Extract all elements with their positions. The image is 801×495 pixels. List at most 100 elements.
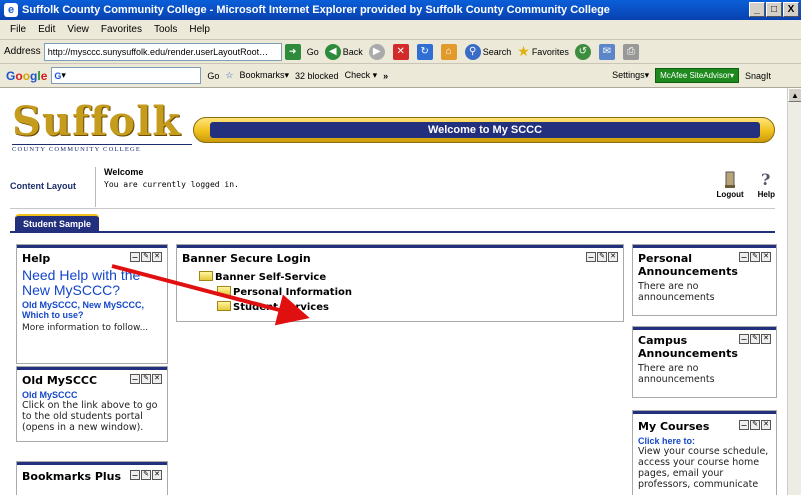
header-icons: Logout ? Help <box>717 170 775 199</box>
svg-text:?: ? <box>761 170 770 189</box>
old-mysccc-link[interactable]: Old MySCCC <box>22 390 162 400</box>
portlet-minimize-icon[interactable]: ⚊ <box>586 252 596 262</box>
go-arrow-icon[interactable]: ➜ <box>284 43 301 60</box>
google-toolbar: Google G ▾ Go ☆ Bookmarks▾ 32 blocked Che… <box>0 64 801 88</box>
menu-edit[interactable]: Edit <box>38 24 55 35</box>
tree-root-banner-self-service[interactable]: Banner Self-Service <box>199 271 618 283</box>
my-courses-portlet: My Courses ⚊ ✎ ✕ Click here to: View your … <box>632 410 777 495</box>
portlet-minimize-icon[interactable]: ⚊ <box>130 374 140 384</box>
portlet-close-icon[interactable]: ✕ <box>152 374 162 384</box>
bookmarks-title: Bookmarks Plus <box>22 470 122 483</box>
minimize-button[interactable]: _ <box>749 2 765 17</box>
portlet-edit-icon[interactable]: ✎ <box>750 334 760 344</box>
personal-announcements-portlet: Personal Announcements ⚊ ✎ ✕ There are no … <box>632 244 777 316</box>
settings-button[interactable]: Settings▾ <box>612 70 649 81</box>
portlet-edit-icon[interactable]: ✎ <box>141 470 151 480</box>
help-button[interactable]: ? Help <box>758 170 775 199</box>
address-url: http://mysccc.sunysuffolk.edu/render.use… <box>47 46 269 57</box>
spellcheck-button[interactable]: Check ▾ <box>345 70 378 81</box>
page-content: Suffolk COUNTY COMMUNITY COLLEGE Welcome… <box>0 88 787 495</box>
window-controls: _ □ X <box>749 2 799 17</box>
tree-item-label: Personal Information <box>233 287 352 298</box>
portlet-edit-icon[interactable]: ✎ <box>750 420 760 430</box>
portlet-close-icon[interactable]: ✕ <box>152 252 162 262</box>
tab-student-sample[interactable]: Student Sample <box>15 214 100 231</box>
tab-underline <box>10 231 775 233</box>
google-go-button[interactable]: Go <box>207 71 219 81</box>
bookmarks-button[interactable]: Bookmarks▾ <box>240 70 290 81</box>
star-icon: ★ <box>517 43 530 59</box>
print-icon[interactable]: ⎙ <box>622 43 641 60</box>
search-button[interactable]: ⚲ Search <box>464 43 511 60</box>
portlet-minimize-icon[interactable]: ⚊ <box>739 252 749 262</box>
welcome-banner: Welcome to My SCCC <box>193 117 775 143</box>
tree-item-personal-information[interactable]: Personal Information <box>217 286 618 298</box>
address-bar: Address http://mysccc.sunysuffolk.edu/re… <box>0 40 801 64</box>
portlet-edit-icon[interactable]: ✎ <box>141 252 151 262</box>
portlet-close-icon[interactable]: ✕ <box>761 420 771 430</box>
mail-icon[interactable]: ✉ <box>598 43 617 60</box>
logo-word: Suffolk <box>12 98 181 145</box>
logout-button[interactable]: Logout <box>717 170 744 199</box>
stop-icon[interactable]: ✕ <box>392 43 411 60</box>
portlet-close-icon[interactable]: ✕ <box>761 252 771 262</box>
content-layout-link[interactable]: Content Layout <box>10 181 76 191</box>
back-button[interactable]: ◀ Back <box>324 43 363 60</box>
banner-title: Welcome to My SCCC <box>210 122 760 138</box>
logo-subtitle: COUNTY COMMUNITY COLLEGE <box>12 144 192 153</box>
campus-announcements-portlet: Campus Announcements ⚊ ✎ ✕ There are no an… <box>632 326 777 398</box>
portlet-close-icon[interactable]: ✕ <box>152 470 162 480</box>
tree-item-label: Student Services <box>233 302 329 313</box>
welcome-block: Welcome You are currently logged in. <box>95 167 239 207</box>
favorites-button[interactable]: ★ Favorites <box>517 43 569 60</box>
old-mysccc-title: Old MySCCC <box>22 374 98 387</box>
google-search-input[interactable]: G ▾ <box>51 67 202 84</box>
help-which-link[interactable]: Old MySCCC, New MySCCC, Which to use? <box>22 300 162 320</box>
portlet-edit-icon[interactable]: ✎ <box>750 252 760 262</box>
portlet-edit-icon[interactable]: ✎ <box>597 252 607 262</box>
menu-tools[interactable]: Tools <box>154 24 177 35</box>
portlet-minimize-icon[interactable]: ⚊ <box>739 420 749 430</box>
maximize-button[interactable]: □ <box>766 2 782 17</box>
help-more-info: More information to follow... <box>22 323 149 333</box>
scroll-up-arrow-icon[interactable]: ▲ <box>788 88 801 102</box>
banner-login-portlet: Banner Secure Login ⚊ ✎ ✕ Banner Self-Serv… <box>176 244 624 322</box>
portlet-close-icon[interactable]: ✕ <box>608 252 618 262</box>
forward-arrow-icon: ▶ <box>368 43 385 60</box>
vertical-scrollbar[interactable]: ▲ <box>787 88 801 495</box>
portlet-minimize-icon[interactable]: ⚊ <box>130 470 140 480</box>
my-courses-text: View your course schedule, access your c… <box>638 446 769 490</box>
my-courses-link[interactable]: Click here to: <box>638 436 771 446</box>
portlet-edit-icon[interactable]: ✎ <box>141 374 151 384</box>
old-mysccc-text: Click on the link above to go to the old… <box>22 400 158 433</box>
portlet-minimize-icon[interactable]: ⚊ <box>739 334 749 344</box>
help-portlet-title: Help <box>22 252 51 265</box>
portlet-close-icon[interactable]: ✕ <box>761 334 771 344</box>
snagit-button[interactable]: SnagIt <box>745 71 771 81</box>
toolbar-overflow-icon[interactable]: » <box>383 71 388 81</box>
portlet-controls: ⚊ ✎ ✕ <box>130 252 162 262</box>
tree-item-student-services[interactable]: Student Services <box>217 301 618 313</box>
popup-blocked-button[interactable]: 32 blocked <box>295 71 339 81</box>
menu-help[interactable]: Help <box>189 24 210 35</box>
window-titlebar: e Suffolk County Community College - Mic… <box>0 0 801 20</box>
old-mysccc-portlet: Old MySCCC ⚊ ✎ ✕ Old MySCCC Click on the l… <box>16 366 168 442</box>
menu-file[interactable]: File <box>10 24 26 35</box>
home-icon[interactable]: ⌂ <box>440 43 459 60</box>
folder-icon <box>217 286 231 296</box>
menu-view[interactable]: View <box>67 24 89 35</box>
address-input[interactable]: http://mysccc.sunysuffolk.edu/render.use… <box>43 42 282 61</box>
my-courses-title: My Courses <box>638 420 710 433</box>
close-button[interactable]: X <box>783 2 799 17</box>
help-heading: Need Help with the New MySCCC? <box>22 267 141 298</box>
portlet-minimize-icon[interactable]: ⚊ <box>130 252 140 262</box>
history-icon[interactable]: ↺ <box>574 43 593 60</box>
tree-root-label: Banner Self-Service <box>215 272 327 283</box>
go-button-label[interactable]: Go <box>307 47 319 57</box>
refresh-icon[interactable]: ↻ <box>416 43 435 60</box>
suffolk-logo[interactable]: Suffolk COUNTY COMMUNITY COLLEGE <box>12 100 192 157</box>
menu-favorites[interactable]: Favorites <box>101 24 142 35</box>
help-label: Help <box>757 190 775 199</box>
mcafee-siteadvisor-button[interactable]: McAfee SiteAdvisor▾ <box>655 68 739 83</box>
forward-button[interactable]: ▶ <box>368 43 387 60</box>
